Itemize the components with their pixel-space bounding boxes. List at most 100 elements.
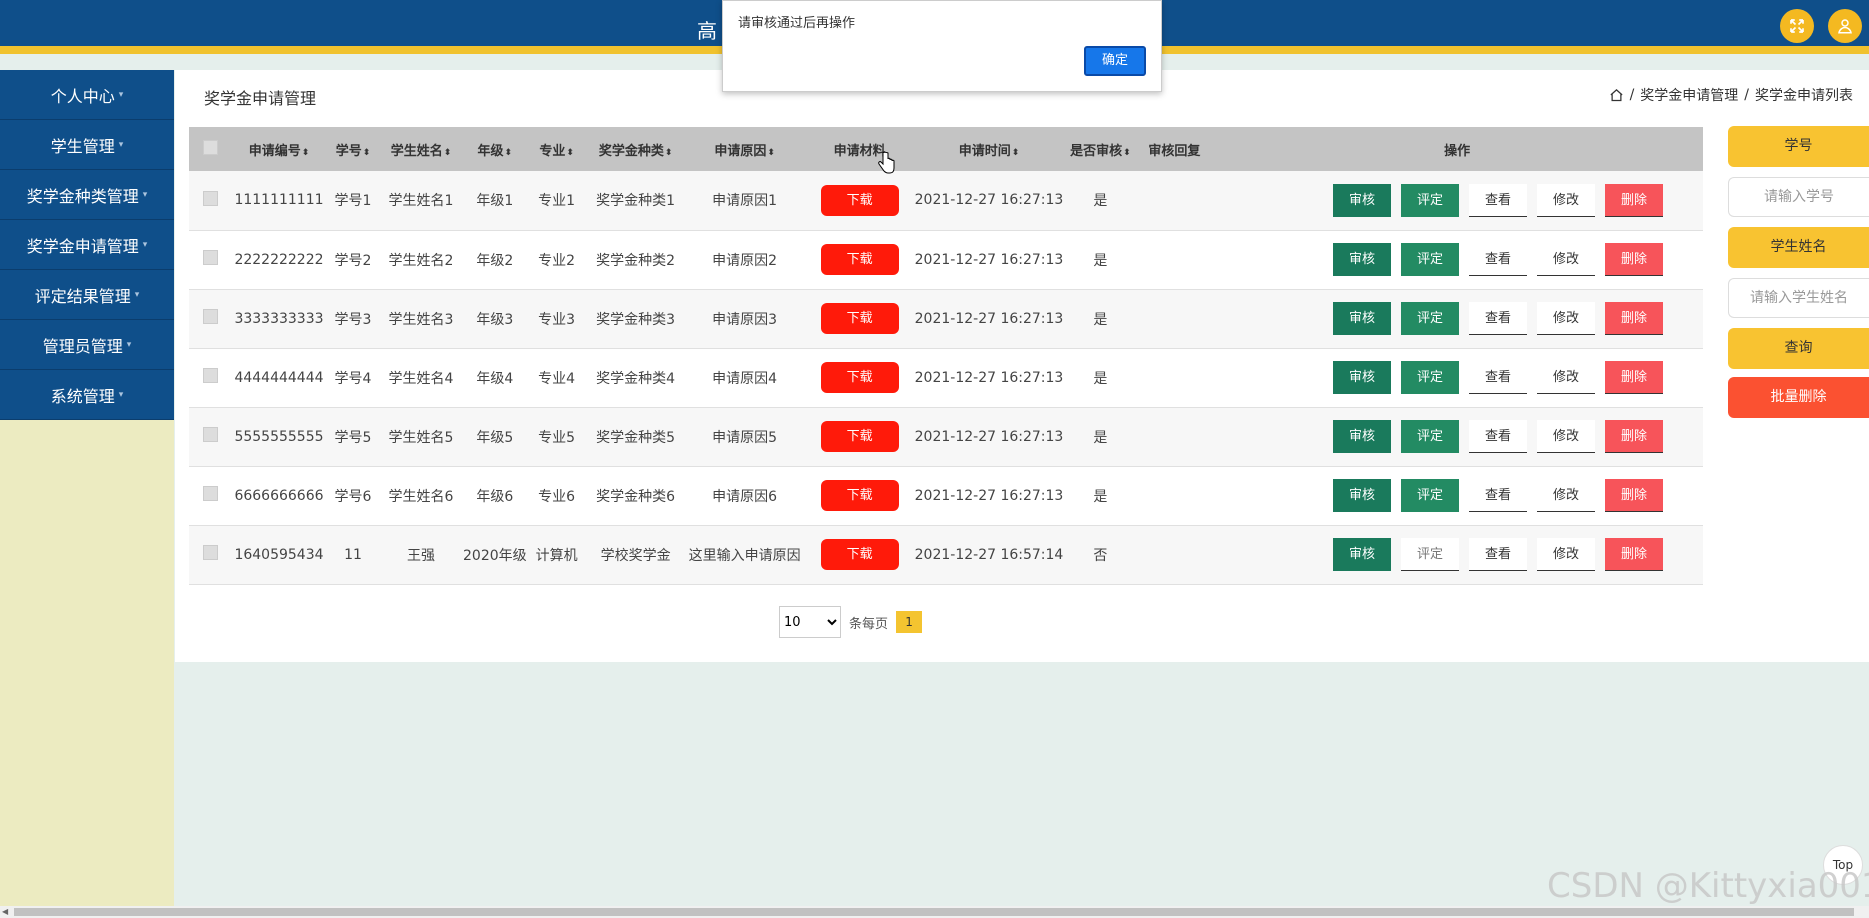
delete-button[interactable]: 删除 [1605,183,1663,217]
edit-button[interactable]: 修改 [1537,243,1595,276]
row-checkbox[interactable] [202,368,218,383]
edit-button[interactable]: 修改 [1537,479,1595,512]
audit-button[interactable]: 审核 [1333,243,1391,276]
home-icon[interactable] [1609,88,1624,103]
sidebar-item-scholarship-types[interactable]: 奖学金种类管理 ▾ [0,170,174,220]
edit-button[interactable]: 修改 [1537,361,1595,394]
delete-button[interactable]: 删除 [1605,420,1663,453]
rate-button[interactable]: 评定 [1401,243,1459,276]
delete-button[interactable]: 删除 [1605,479,1663,512]
cell-student-name: 学生姓名2 [379,230,463,290]
cell-student-no: 学号2 [327,230,379,290]
rate-button[interactable]: 评定 [1401,302,1459,335]
sort-icon: ⬍ [1123,147,1131,158]
row-checkbox[interactable] [202,486,218,501]
delete-button[interactable]: 删除 [1605,361,1663,394]
sidebar-item-students[interactable]: 学生管理 ▾ [0,120,174,170]
download-button[interactable]: 下载 [820,539,899,570]
view-button[interactable]: 查看 [1469,420,1527,453]
audit-button[interactable]: 审核 [1333,302,1391,335]
audit-button[interactable]: 审核 [1333,361,1391,394]
edit-button[interactable]: 修改 [1537,420,1595,453]
scroll-left-icon[interactable]: ◀ [2,907,8,916]
rate-button[interactable]: 评定 [1401,479,1459,512]
cell-grade: 年级2 [463,230,527,290]
col-student-no[interactable]: 学号⬍ [327,127,379,171]
select-all-checkbox[interactable] [202,139,218,155]
download-button[interactable]: 下载 [820,244,899,275]
page-number-current[interactable]: 1 [896,611,923,633]
col-audited[interactable]: 是否审核⬍ [1063,127,1137,171]
rate-button[interactable]: 评定 [1401,420,1459,453]
confirm-button[interactable]: 确定 [1084,46,1146,76]
edit-button[interactable]: 修改 [1537,302,1595,335]
view-button[interactable]: 查看 [1469,183,1527,217]
row-checkbox[interactable] [202,250,218,265]
cell-major: 专业1 [526,171,587,231]
download-button[interactable]: 下载 [820,480,899,511]
cell-audit-reply [1137,171,1212,231]
cell-reason: 申请原因5 [684,407,805,467]
download-button[interactable]: 下载 [820,421,899,452]
horizontal-scrollbar[interactable]: ◀ [0,906,1869,918]
view-button[interactable]: 查看 [1469,479,1527,512]
cell-student-name: 学生姓名4 [379,348,463,408]
view-button[interactable]: 查看 [1469,361,1527,394]
col-application-id[interactable]: 申请编号⬍ [231,127,327,171]
col-apply-time[interactable]: 申请时间⬍ [915,127,1064,171]
student-no-input[interactable] [1728,177,1869,217]
col-reason[interactable]: 申请原因⬍ [685,127,805,171]
sidebar-item-admins[interactable]: 管理员管理 ▾ [0,320,174,370]
breadcrumb-link[interactable]: 奖学金申请管理 [1640,85,1738,105]
page-size-select[interactable]: 10 [779,606,841,638]
download-button[interactable]: 下载 [820,184,899,216]
rate-button[interactable]: 评定 [1401,538,1459,571]
sidebar-item-system[interactable]: 系统管理 ▾ [0,370,174,420]
fullscreen-button[interactable] [1780,9,1814,43]
edit-button[interactable]: 修改 [1537,183,1595,217]
sidebar-item-personal-center[interactable]: 个人中心 ▾ [0,70,174,120]
sidebar-item-label: 奖学金申请管理 [26,236,139,256]
view-button[interactable]: 查看 [1469,538,1527,571]
sort-icon: ⬍ [301,147,310,158]
row-checkbox[interactable] [202,309,218,324]
scrollbar-thumb[interactable] [14,908,1854,916]
row-checkbox[interactable] [202,190,218,206]
cell-audit-reply [1137,289,1212,349]
cell-audit-reply [1137,348,1212,408]
sidebar-item-label: 评定结果管理 [34,286,131,306]
delete-button[interactable]: 删除 [1605,243,1663,276]
bulk-delete-button[interactable]: 批量删除 [1728,377,1869,418]
audit-button[interactable]: 审核 [1333,479,1391,512]
query-button[interactable]: 查询 [1728,328,1869,369]
audit-button[interactable]: 审核 [1333,538,1391,571]
delete-button[interactable]: 删除 [1605,302,1663,335]
download-button[interactable]: 下载 [820,362,899,393]
sidebar-item-results[interactable]: 评定结果管理 ▾ [0,270,174,320]
table-row: 4444444444 学号4 学生姓名4 年级4 专业4 奖学金种类4 申请原因… [189,348,1703,408]
row-actions: 审核 评定 查看 修改 删除 [1211,183,1703,217]
student-name-input[interactable] [1728,278,1869,318]
view-button[interactable]: 查看 [1469,302,1527,335]
row-checkbox[interactable] [202,427,218,442]
rate-button[interactable]: 评定 [1401,361,1459,394]
sidebar-item-scholarship-applications[interactable]: 奖学金申请管理 ▾ [0,220,174,270]
cell-grade: 年级6 [463,466,527,526]
user-button[interactable] [1828,9,1862,43]
sidebar: 个人中心 ▾ 学生管理 ▾ 奖学金种类管理 ▾ 奖学金申请管理 ▾ 评定结果管理 ▾ 管理… [0,70,174,918]
rate-button[interactable]: 评定 [1401,183,1459,217]
col-scholarship-type[interactable]: 奖学金种类⬍ [587,127,685,171]
edit-button[interactable]: 修改 [1537,538,1595,571]
download-button[interactable]: 下载 [820,303,899,334]
chevron-down-icon: ▾ [118,139,124,150]
col-student-name[interactable]: 学生姓名⬍ [379,127,463,171]
cell-grade: 年级1 [463,171,527,231]
col-major[interactable]: 专业⬍ [527,127,587,171]
audit-button[interactable]: 审核 [1333,420,1391,453]
audit-button[interactable]: 审核 [1333,183,1391,217]
view-button[interactable]: 查看 [1469,243,1527,276]
row-checkbox[interactable] [202,545,218,560]
col-grade[interactable]: 年级⬍ [463,127,527,171]
cell-apply-time: 2021-12-27 16:27:13 [914,348,1064,408]
delete-button[interactable]: 删除 [1605,538,1663,571]
